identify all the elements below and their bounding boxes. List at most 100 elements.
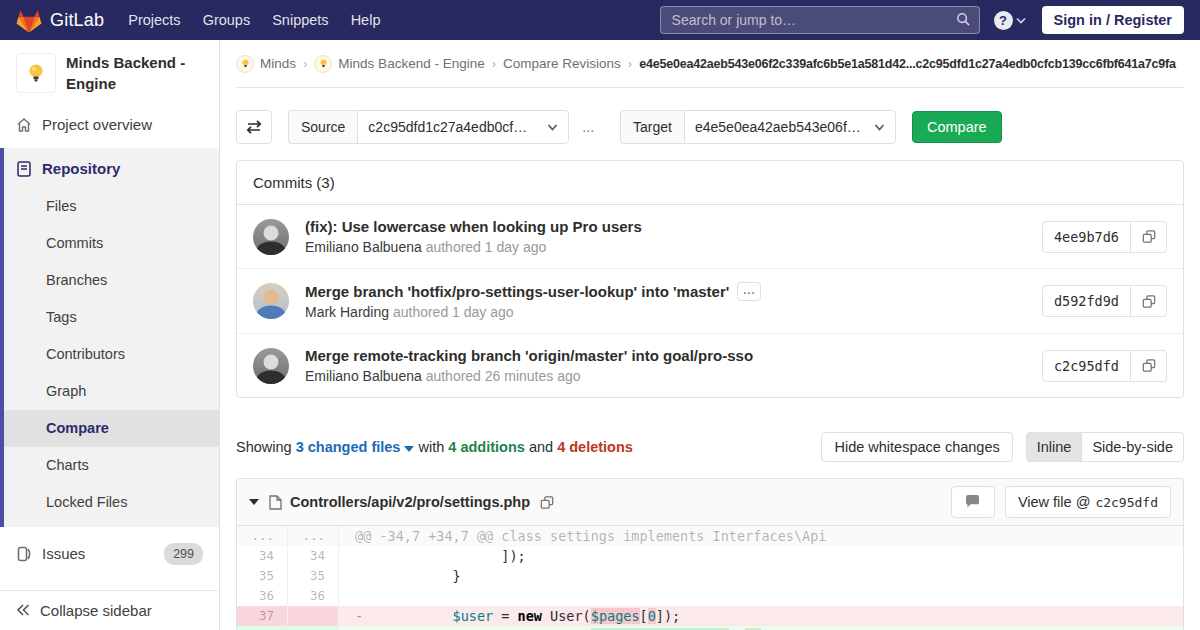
person-avatar-icon (253, 219, 289, 255)
commit-sha[interactable]: 4ee9b7d6 (1042, 221, 1131, 253)
document-icon (16, 161, 32, 177)
comment-icon (965, 495, 980, 509)
commit-row: (fix): Use lowercase when looking up Pro… (237, 205, 1183, 268)
diff-line: 3434 ]); (237, 546, 1183, 566)
diff-line-code: + $user = new User(strtolower($pages[0])… (339, 626, 1183, 630)
hide-whitespace-button[interactable]: Hide whitespace changes (821, 432, 1012, 462)
collapse-sidebar-button[interactable]: Collapse sidebar (0, 590, 219, 630)
diff-line: 3535 } (237, 566, 1183, 586)
copy-icon (1142, 229, 1156, 244)
top-navbar: GitLab Projects Groups Snippets Help ? S… (0, 0, 1200, 40)
old-line-number[interactable]: 35 (237, 566, 288, 586)
search-input[interactable] (660, 6, 980, 34)
commit-sha[interactable]: d592fd9d (1042, 285, 1131, 317)
swap-icon (245, 119, 263, 135)
copy-sha-button[interactable] (1131, 350, 1167, 382)
diff-line: 37- $user = new User($pages[0]); (237, 606, 1183, 626)
commit-author-avatar[interactable] (253, 219, 289, 255)
project-title: Minds Backend - Engine (66, 52, 203, 94)
commit-author[interactable]: Emiliano Balbuena (305, 239, 422, 255)
sidebar-item-files[interactable]: Files (4, 188, 219, 225)
sidebar-item-commits[interactable]: Commits (4, 225, 219, 262)
sidebar-item-compare[interactable]: Compare (4, 410, 219, 447)
lightbulb-icon (24, 61, 48, 85)
commit-author[interactable]: Emiliano Balbuena (305, 368, 422, 384)
side-by-side-view-button[interactable]: Side-by-side (1082, 432, 1184, 462)
diff-line-code: @@ -34,7 +34,7 @@ class settings impleme… (339, 526, 1183, 546)
help-menu[interactable]: ? (994, 11, 1026, 30)
project-avatar (16, 53, 56, 93)
source-value: c2c95dfd1c27a4edb0cf… (368, 117, 527, 137)
additions-count: 4 additions (448, 439, 525, 455)
search-container (660, 6, 980, 34)
new-line-number[interactable]: 36 (288, 586, 339, 606)
nav-projects[interactable]: Projects (128, 12, 180, 28)
old-line-number[interactable]: 37 (237, 606, 288, 626)
target-dropdown[interactable]: e4e5e0ea42aeb543e06f… (684, 110, 896, 144)
toggle-comments-button[interactable] (951, 486, 995, 518)
commit-author-avatar[interactable] (253, 283, 289, 319)
project-context-header[interactable]: Minds Backend - Engine (0, 40, 219, 106)
brand-name: GitLab (50, 10, 104, 31)
group-avatar (236, 55, 254, 73)
sidebar-item-branches[interactable]: Branches (4, 262, 219, 299)
breadcrumb-project[interactable]: Minds Backend - Engine (338, 56, 484, 71)
new-line-number[interactable] (288, 606, 339, 626)
commit-author[interactable]: Mark Harding (305, 304, 389, 320)
old-line-number[interactable]: 34 (237, 546, 288, 566)
commit-title-link[interactable]: Merge branch 'hotfix/pro-settings-user-l… (305, 283, 729, 301)
sidebar-item-charts[interactable]: Charts (4, 447, 219, 484)
breadcrumb-group[interactable]: Minds (260, 56, 296, 71)
collapse-diff-caret[interactable] (249, 499, 259, 505)
sidebar-item-contributors[interactable]: Contributors (4, 336, 219, 373)
sidebar-item-issues[interactable]: Issues 299 (0, 533, 219, 575)
changed-files-dropdown[interactable]: 3 changed files (296, 439, 415, 455)
diff-file-path[interactable]: Controllers/api/v2/pro/settings.php (290, 494, 530, 510)
sidebar-item-project-overview[interactable]: Project overview (0, 106, 219, 144)
main-nav: Projects Groups Snippets Help (128, 12, 380, 28)
nav-snippets[interactable]: Snippets (272, 12, 328, 28)
commit-sha[interactable]: c2c95dfd (1042, 350, 1131, 382)
gitlab-logo[interactable]: GitLab (16, 8, 104, 33)
copy-sha-button[interactable] (1131, 221, 1167, 253)
target-label: Target (620, 110, 684, 144)
commit-row: Merge remote-tracking branch 'origin/mas… (237, 333, 1183, 397)
new-line-number[interactable]: 37 (288, 626, 339, 630)
help-icon: ? (994, 11, 1013, 30)
chevron-down-icon (1016, 17, 1026, 24)
inline-view-button[interactable]: Inline (1026, 432, 1083, 462)
commit-author-avatar[interactable] (253, 348, 289, 384)
source-dropdown[interactable]: c2c95dfd1c27a4edb0cf… (357, 110, 569, 144)
new-line-number[interactable]: 34 (288, 546, 339, 566)
nav-groups[interactable]: Groups (203, 12, 251, 28)
sign-in-button[interactable]: Sign in / Register (1042, 6, 1184, 34)
new-line-number[interactable]: ... (288, 526, 339, 546)
swap-revisions-button[interactable] (236, 110, 272, 144)
sidebar-item-tags[interactable]: Tags (4, 299, 219, 336)
diff-table: ......@@ -34,7 +34,7 @@ class settings i… (237, 526, 1183, 630)
view-file-button[interactable]: View file @ c2c95dfd (1005, 486, 1171, 518)
copy-sha-button[interactable] (1131, 285, 1167, 317)
commit-title-link[interactable]: (fix): Use lowercase when looking up Pro… (305, 218, 642, 236)
sidebar-item-locked-files[interactable]: Locked Files (4, 484, 219, 521)
nav-help[interactable]: Help (351, 12, 381, 28)
compare-button[interactable]: Compare (912, 111, 1002, 143)
repository-subnav: FilesCommitsBranchesTagsContributorsGrap… (4, 188, 219, 521)
new-line-number[interactable]: 35 (288, 566, 339, 586)
commit-description-expander[interactable]: ... (737, 282, 761, 301)
breadcrumb: Minds › Minds Backend - Engine › Compare… (236, 40, 1184, 88)
target-value: e4e5e0ea42aeb543e06f… (695, 117, 861, 137)
sidebar-item-graph[interactable]: Graph (4, 373, 219, 410)
old-line-number[interactable] (237, 626, 288, 630)
old-line-number[interactable]: ... (237, 526, 288, 546)
view-file-label: View file @ (1018, 494, 1090, 510)
home-icon (16, 117, 32, 133)
commits-panel: Commits (3) (fix): Use lowercase when lo… (236, 160, 1184, 398)
source-input-group: Source c2c95dfd1c27a4edb0cf… (288, 110, 569, 144)
sidebar-item-label: Project overview (42, 116, 152, 134)
sidebar-item-repository[interactable]: Repository (4, 150, 219, 188)
old-line-number[interactable]: 36 (237, 586, 288, 606)
commit-title-link[interactable]: Merge remote-tracking branch 'origin/mas… (305, 347, 753, 365)
breadcrumb-page[interactable]: Compare Revisions (503, 56, 621, 71)
copy-icon[interactable] (540, 495, 554, 510)
